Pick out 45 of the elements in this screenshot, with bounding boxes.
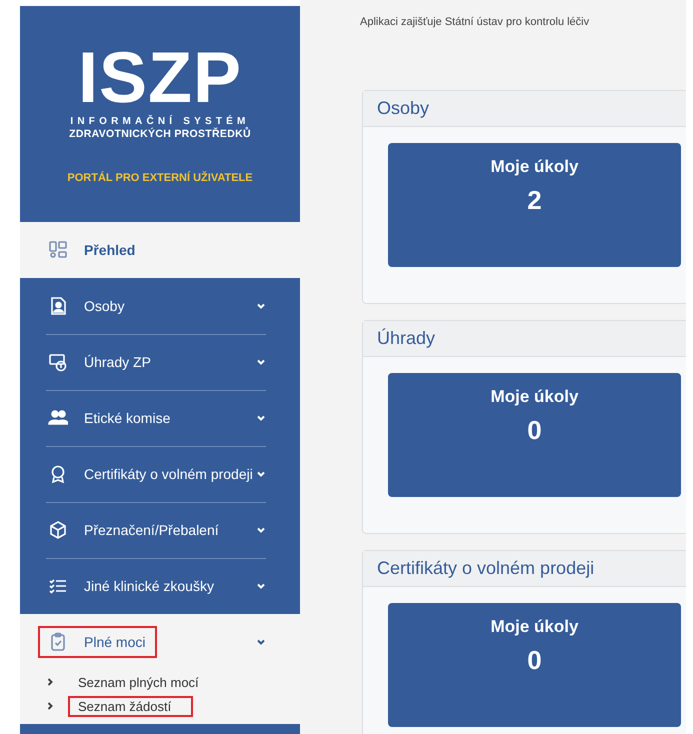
sidebar-item[interactable]: Osoby — [20, 278, 300, 334]
tile-count: 0 — [527, 415, 542, 446]
item-label: Přehled — [84, 242, 136, 258]
item-label: Úhrady ZP — [84, 354, 151, 370]
sidebar-item[interactable]: Úhrady ZP — [20, 334, 300, 390]
sidebar-item[interactable]: Plné moci — [20, 614, 300, 670]
logo-title: ISZP — [78, 42, 242, 114]
item-label: Jiné klinické zkoušky — [84, 578, 214, 594]
tile-count: 0 — [527, 645, 542, 676]
logo-subtitle: INFORMAČNÍ SYSTÉM — [70, 116, 250, 127]
notice-text: Aplikaci zajišťuje Státní ústav pro kontrolu léčiv — [360, 16, 590, 28]
menu-icon — [48, 296, 68, 316]
chevron-icon — [46, 702, 54, 710]
menu-icon — [48, 520, 68, 540]
tile-label: Moje úkoly — [490, 387, 578, 407]
sidebar-item[interactable]: Přehled — [20, 222, 300, 278]
panel-title: Osoby — [363, 91, 686, 127]
submenu-item[interactable]: Seznam plných mocí — [20, 670, 300, 694]
menu-icon — [48, 632, 68, 652]
menu-icon — [48, 408, 68, 428]
item-label: Plné moci — [84, 634, 146, 650]
item-label: Přeznačení/Přebalení — [84, 522, 219, 538]
submenu-label: Seznam žádostí — [68, 696, 194, 716]
tile-label: Moje úkoly — [490, 617, 578, 637]
task-tile[interactable]: Moje úkoly 2 — [388, 143, 681, 267]
menu-icon — [48, 240, 68, 260]
chevron-icon — [46, 678, 54, 686]
logo-subtitle: ZDRAVOTNICKÝCH PROSTŘEDKŮ — [69, 128, 251, 140]
task-tile[interactable]: Moje úkoly 0 — [388, 603, 681, 727]
panel-title: Certifikáty o volném prodeji — [363, 551, 686, 587]
task-tile[interactable]: Moje úkoly 0 — [388, 373, 681, 497]
item-label: Etické komise — [84, 410, 170, 426]
sidebar-item[interactable]: Jiné klinické zkoušky — [20, 558, 300, 614]
portal-label: PORTÁL PRO EXTERNÍ UŽIVATELE — [67, 172, 253, 184]
panel-title: Úhrady — [363, 321, 686, 357]
sidebar-item[interactable]: Certifikáty o volném prodeji — [20, 446, 300, 502]
item-label: Certifikáty o volném prodeji — [84, 466, 253, 482]
item-label: Osoby — [84, 298, 124, 314]
tile-count: 2 — [527, 185, 542, 216]
tile-label: Moje úkoly — [490, 157, 578, 177]
submenu-label: Seznam plných mocí — [77, 674, 200, 692]
menu-icon — [48, 352, 68, 372]
sidebar-item[interactable]: Etické komise — [20, 390, 300, 446]
sidebar-item[interactable]: Přeznačení/Přebalení — [20, 502, 300, 558]
submenu-item[interactable]: Seznam žádostí — [20, 694, 300, 718]
